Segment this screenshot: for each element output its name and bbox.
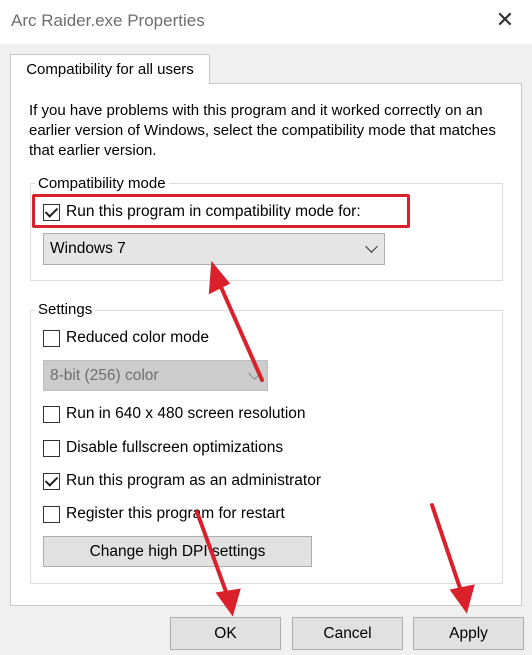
settings-label: Settings xyxy=(35,301,96,319)
selected-os-value: Windows 7 xyxy=(50,240,126,257)
admin-checkbox[interactable] xyxy=(43,472,60,490)
fullscreen-label: Disable fullscreen optimizations xyxy=(66,439,284,456)
fullscreen-checkbox[interactable] xyxy=(43,439,60,457)
tab-compatibility-all-users[interactable]: Compatibility for all users xyxy=(10,54,210,84)
intro-text: If you have problems with this program a… xyxy=(29,102,496,159)
reduced-color-row[interactable]: Reduced color mode xyxy=(43,329,209,347)
highlight-box xyxy=(32,194,410,228)
res640-label: Run in 640 x 480 screen resolution xyxy=(66,405,306,422)
cancel-button[interactable]: Cancel xyxy=(292,617,403,650)
chevron-down-icon xyxy=(365,240,378,253)
compatibility-mode-label: Compatibility mode xyxy=(35,175,169,193)
res640-checkbox[interactable] xyxy=(43,405,60,423)
reduced-color-checkbox[interactable] xyxy=(43,329,60,347)
restart-label: Register this program for restart xyxy=(66,505,285,522)
compatibility-os-select[interactable]: Windows 7 xyxy=(43,233,385,265)
color-mode-value: 8-bit (256) color xyxy=(50,366,159,384)
reduced-color-label: Reduced color mode xyxy=(66,329,210,346)
change-dpi-button[interactable]: Change high DPI settings xyxy=(43,536,312,567)
admin-label: Run this program as an administrator xyxy=(66,472,322,489)
restart-row[interactable]: Register this program for restart xyxy=(43,505,285,523)
ok-button[interactable]: OK xyxy=(170,617,281,650)
close-icon[interactable]: ✕ xyxy=(494,9,516,31)
res640-row[interactable]: Run in 640 x 480 screen resolution xyxy=(43,405,306,423)
restart-checkbox[interactable] xyxy=(43,505,60,523)
chevron-down-icon xyxy=(248,367,261,380)
color-mode-select: 8-bit (256) color xyxy=(43,360,268,391)
window-title: Arc Raider.exe Properties xyxy=(11,11,205,30)
fullscreen-row[interactable]: Disable fullscreen optimizations xyxy=(43,439,283,457)
admin-row[interactable]: Run this program as an administrator xyxy=(43,472,321,490)
title-bar: Arc Raider.exe Properties ✕ xyxy=(0,0,532,44)
apply-button[interactable]: Apply xyxy=(413,617,524,650)
